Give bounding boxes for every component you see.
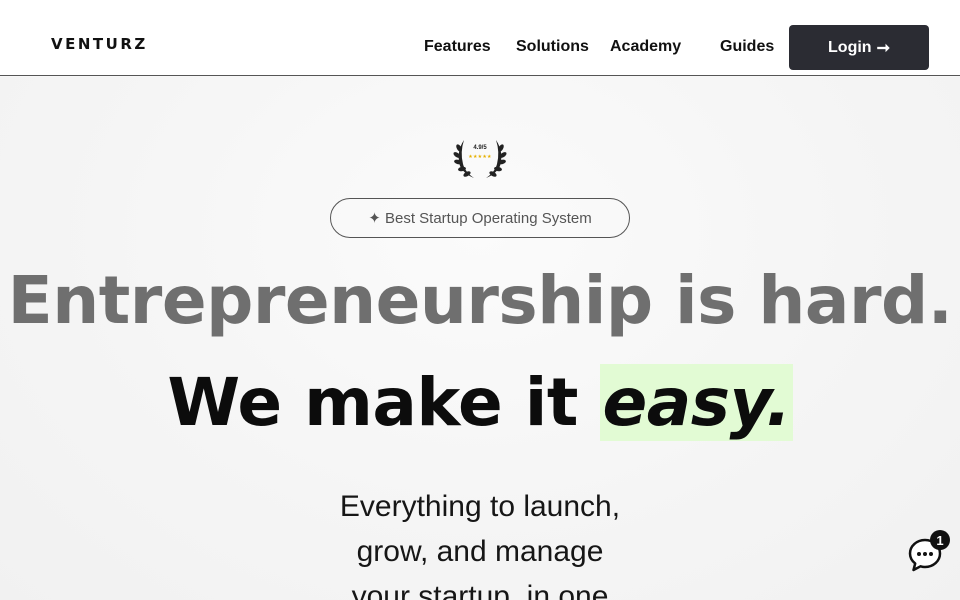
subtext-line: grow, and manage xyxy=(356,535,604,568)
nav-academy[interactable]: Academy xyxy=(610,38,681,56)
hero-subtext: Everything to launch, grow, and manage y… xyxy=(0,484,960,600)
subtext-line: Everything to launch, xyxy=(339,490,621,523)
logo[interactable]: VENTURZ xyxy=(51,35,148,53)
headline-highlight: easy. xyxy=(600,364,793,441)
headline-highlight-word: easy xyxy=(602,364,766,441)
headline-prefix: We make it xyxy=(167,364,601,441)
headline-primary: Entrepreneurship is hard. xyxy=(7,262,953,339)
arrow-right-icon: ➞ xyxy=(876,39,890,57)
site-header: VENTURZ Features Solutions Academy Guide… xyxy=(0,0,960,76)
rating-score: 4.9/5 xyxy=(473,145,487,151)
nav-solutions[interactable]: Solutions xyxy=(516,38,589,56)
headline-suffix: . xyxy=(766,364,791,441)
subtext-line: your startup, in one xyxy=(351,580,609,600)
nav-features[interactable]: Features xyxy=(424,38,491,56)
login-label: Login xyxy=(828,38,872,56)
chat-unread-badge: 1 xyxy=(930,530,950,550)
headline-secondary: We make it easy. xyxy=(0,364,960,441)
rating-stars: ★★★★★ xyxy=(468,154,492,160)
nav-guides[interactable]: Guides xyxy=(720,38,774,56)
login-button[interactable]: Login ➞ xyxy=(789,25,929,70)
rating-laurel: 4.9/5 ★★★★★ xyxy=(450,136,510,180)
tagline-badge: ✦ Best Startup Operating System xyxy=(330,198,630,238)
